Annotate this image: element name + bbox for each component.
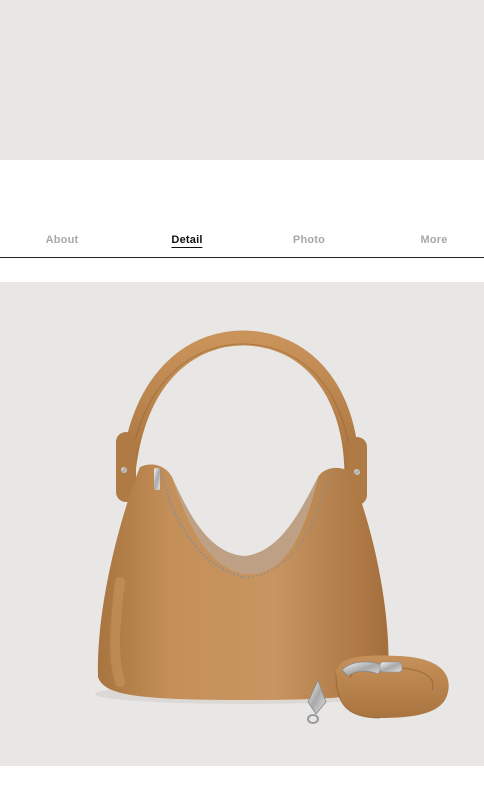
- handbag-image: [95, 330, 449, 724]
- tab-about[interactable]: About: [46, 230, 79, 250]
- top-photo-area: [0, 0, 484, 160]
- tab-bar: About Detail Photo More: [0, 230, 484, 252]
- product-photo: [0, 282, 484, 766]
- tab-photo[interactable]: Photo: [293, 230, 325, 250]
- tab-divider: [0, 257, 484, 258]
- tab-detail[interactable]: Detail: [171, 230, 203, 250]
- tab-more[interactable]: More: [420, 230, 447, 250]
